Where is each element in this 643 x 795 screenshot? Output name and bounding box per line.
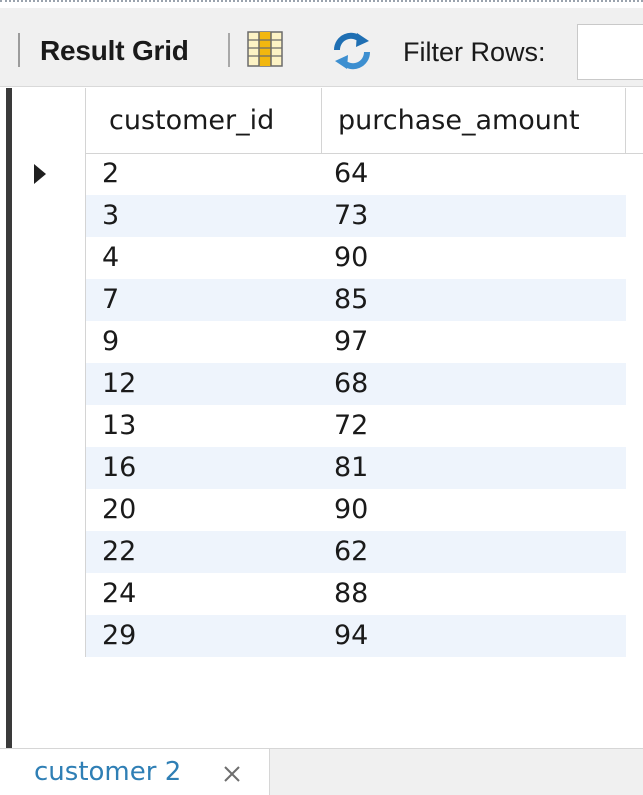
table-row[interactable]: 4 90 [12,237,643,279]
table-row[interactable]: 29 94 [12,615,643,657]
column-header-purchase-amount[interactable]: purchase_amount [322,88,626,153]
grid-form-icon[interactable] [247,31,283,67]
result-grid-panel: Result Grid Filter Rows: customer_id pur… [0,0,643,795]
cell-customer-id[interactable]: 13 [102,405,322,447]
table-row[interactable]: 22 62 [12,531,643,573]
result-grid-button[interactable]: Result Grid [40,34,189,68]
table-row[interactable]: 12 68 [12,363,643,405]
row-header[interactable] [12,405,86,447]
cell-purchase-amount[interactable]: 94 [334,615,626,657]
column-header-customer-id[interactable]: customer_id [86,88,322,153]
row-header[interactable] [12,615,86,657]
toolbar-grip[interactable] [18,33,20,67]
toolbar-separator [228,33,230,67]
row-header[interactable] [12,195,86,237]
cell-purchase-amount[interactable]: 97 [334,321,626,363]
panel-separator [0,0,643,4]
refresh-icon[interactable] [331,32,373,70]
table-row[interactable]: 16 81 [12,447,643,489]
tab-label: customer 2 [34,757,182,787]
table-row[interactable]: 9 97 [12,321,643,363]
result-toolbar: Result Grid Filter Rows: [0,8,643,87]
cell-purchase-amount[interactable]: 68 [334,363,626,405]
cell-customer-id[interactable]: 4 [102,237,322,279]
cell-customer-id[interactable]: 20 [102,489,322,531]
table-row[interactable]: 24 88 [12,573,643,615]
cell-customer-id[interactable]: 22 [102,531,322,573]
table-row[interactable]: 3 73 [12,195,643,237]
cell-purchase-amount[interactable]: 73 [334,195,626,237]
filter-rows-input[interactable] [577,24,643,80]
cell-purchase-amount[interactable]: 81 [334,447,626,489]
cell-purchase-amount[interactable]: 90 [334,489,626,531]
row-header[interactable] [12,279,86,321]
cell-purchase-amount[interactable]: 88 [334,573,626,615]
cell-customer-id[interactable]: 29 [102,615,322,657]
cell-purchase-amount[interactable]: 62 [334,531,626,573]
table-row[interactable]: 20 90 [12,489,643,531]
close-icon[interactable] [221,763,243,785]
result-tab-bar: customer 2 [0,748,643,795]
current-row-arrow-icon [34,164,46,184]
row-header[interactable] [12,573,86,615]
cell-purchase-amount[interactable]: 85 [334,279,626,321]
row-header[interactable] [12,531,86,573]
row-header[interactable] [12,363,86,405]
grid-header-row: customer_id purchase_amount [12,88,643,154]
row-header[interactable] [12,489,86,531]
cell-customer-id[interactable]: 2 [102,153,322,195]
row-header[interactable] [12,321,86,363]
row-header[interactable] [12,447,86,489]
row-header[interactable] [12,237,86,279]
cell-customer-id[interactable]: 16 [102,447,322,489]
cell-customer-id[interactable]: 7 [102,279,322,321]
filter-rows-label: Filter Rows: [403,37,546,67]
cell-customer-id[interactable]: 12 [102,363,322,405]
result-grid: customer_id purchase_amount 2 64 3 73 4 … [6,88,643,748]
table-row[interactable]: 7 85 [12,279,643,321]
cell-purchase-amount[interactable]: 64 [334,153,626,195]
cell-purchase-amount[interactable]: 90 [334,237,626,279]
table-row[interactable]: 2 64 [12,153,643,195]
cell-purchase-amount[interactable]: 72 [334,405,626,447]
cell-customer-id[interactable]: 24 [102,573,322,615]
tab-customer-2[interactable]: customer 2 [0,749,270,795]
row-header-corner[interactable] [12,88,86,153]
row-header[interactable] [12,153,86,195]
table-row[interactable]: 13 72 [12,405,643,447]
cell-customer-id[interactable]: 3 [102,195,322,237]
cell-customer-id[interactable]: 9 [102,321,322,363]
